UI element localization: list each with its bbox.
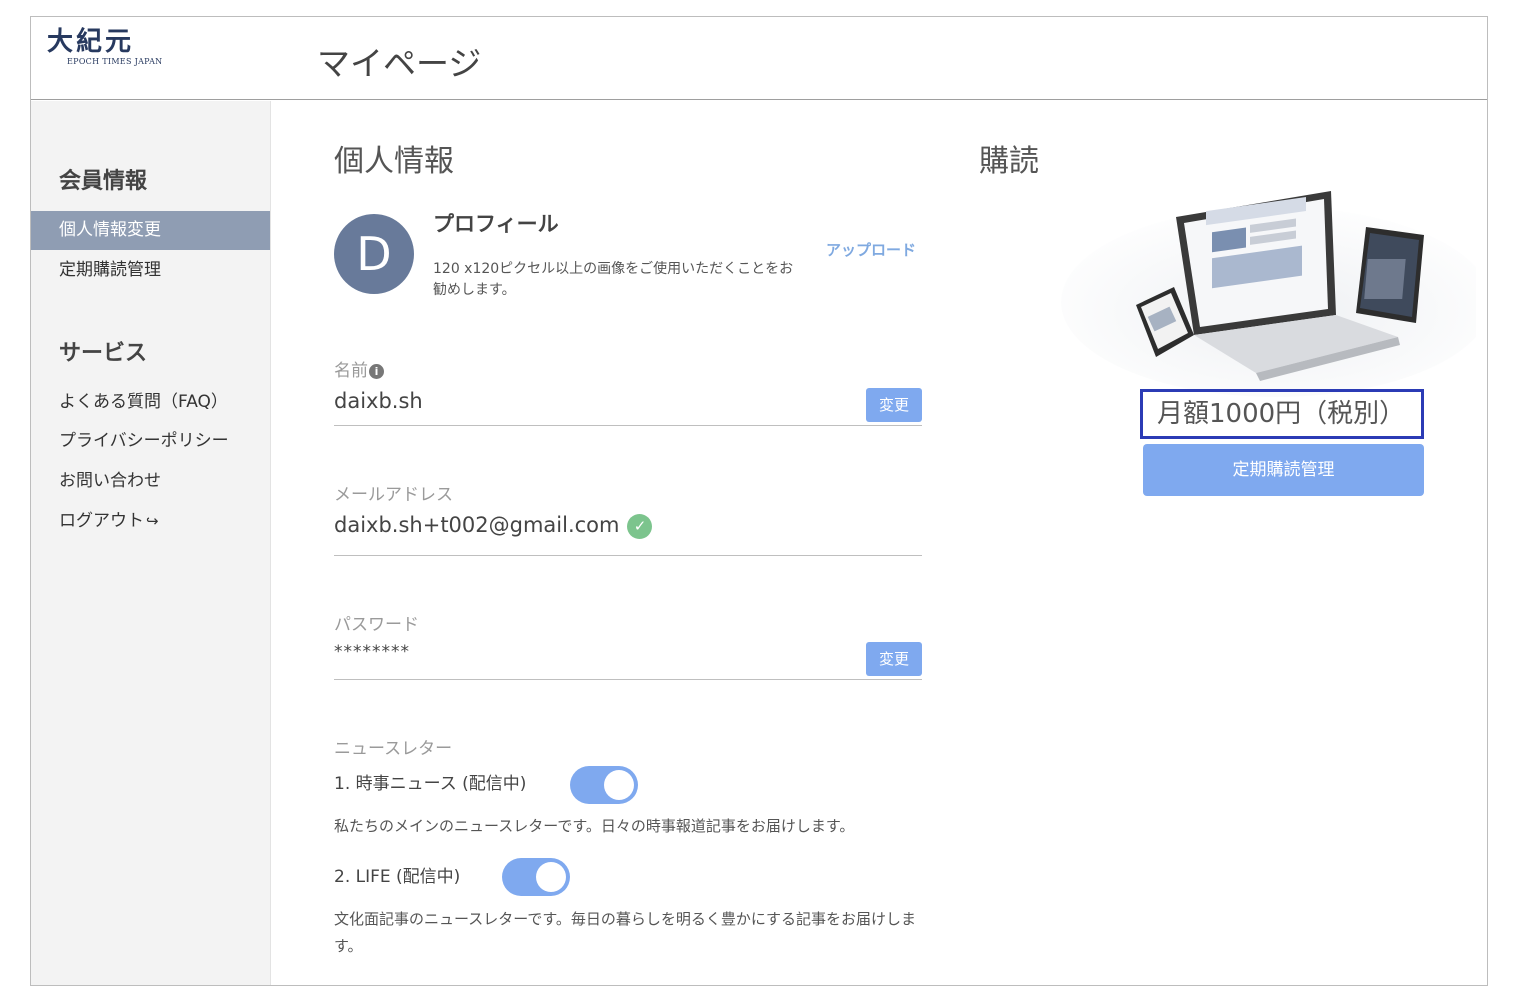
page-frame: 大紀元 EPOCH TIMES JAPAN マイページ 会員情報 個人情報変更 … (30, 16, 1488, 986)
name-label: 名前 i (334, 356, 384, 381)
sidebar-section-member: 会員情報 (59, 169, 148, 194)
newsletter-item-title: 1. 時事ニュース (配信中) (334, 774, 527, 794)
profile-description: 120 x120ピクセル以上の画像をご使用いただくことをお勧めします。 (433, 261, 794, 298)
newsletter-item-desc: 文化面記事のニュースレターです。毎日の暮らしを明るく豊かにする記事をお届けします… (334, 910, 917, 955)
subscription-heading: 購読 (979, 144, 1039, 179)
toggle-knob (536, 862, 566, 892)
upload-link[interactable]: アップロード (826, 239, 916, 260)
sidebar-item-logout[interactable]: ログアウト ↪ (31, 502, 270, 541)
header: 大紀元 EPOCH TIMES JAPAN マイページ (31, 17, 1487, 100)
password-divider (334, 679, 922, 680)
email-value: daixb.sh+t002@gmail.com ✓ (334, 513, 653, 539)
price-label: 月額1000円（税別） (1140, 389, 1424, 439)
password-value: ******** (334, 642, 410, 662)
toggle-knob (604, 770, 634, 800)
sidebar: 会員情報 個人情報変更 定期購読管理 サービス よくある質問（FAQ） プライバ… (31, 101, 271, 985)
avatar: D (334, 214, 414, 294)
newsletter-label: ニュースレター (334, 739, 453, 759)
email-divider (334, 555, 922, 556)
password-change-button[interactable]: 変更 (866, 642, 922, 676)
sidebar-item-privacy[interactable]: プライバシーポリシー (31, 422, 270, 461)
newsletter-toggle-life[interactable] (502, 858, 570, 896)
info-icon[interactable]: i (369, 364, 384, 379)
name-label-text: 名前 (334, 361, 368, 381)
sidebar-section-service: サービス (59, 341, 148, 366)
email-label: メールアドレス (334, 485, 453, 505)
sidebar-item-personal-info[interactable]: 個人情報変更 (31, 211, 270, 250)
name-change-button[interactable]: 変更 (866, 388, 922, 422)
email-value-text: daixb.sh+t002@gmail.com (334, 513, 620, 537)
logo[interactable]: 大紀元 EPOCH TIMES JAPAN (47, 27, 171, 71)
name-divider (334, 425, 922, 426)
subscription-manage-button[interactable]: 定期購読管理 (1143, 444, 1424, 496)
name-value: daixb.sh (334, 389, 423, 413)
profile-title: プロフィール (433, 212, 559, 236)
newsletter-toggle-news[interactable] (570, 766, 638, 804)
sidebar-item-contact[interactable]: お問い合わせ (31, 462, 270, 501)
sidebar-item-subscription[interactable]: 定期購読管理 (31, 251, 270, 290)
sidebar-item-logout-label: ログアウト (59, 511, 144, 531)
page-title: マイページ (317, 44, 482, 83)
sidebar-item-faq[interactable]: よくある質問（FAQ） (31, 383, 270, 422)
personal-info-heading: 個人情報 (334, 144, 454, 179)
logo-subtext: EPOCH TIMES JAPAN (67, 57, 163, 66)
logo-text: 大紀元 (47, 27, 135, 57)
check-icon: ✓ (627, 514, 653, 539)
sign-out-icon: ↪ (146, 512, 159, 530)
newsletter-item-desc: 私たちのメインのニュースレターです。日々の時事報道記事をお届けします。 (334, 817, 855, 835)
password-label: パスワード (334, 615, 419, 635)
newsletter-item-title: 2. LIFE (配信中) (334, 867, 461, 887)
devices-illustration (1061, 191, 1476, 397)
